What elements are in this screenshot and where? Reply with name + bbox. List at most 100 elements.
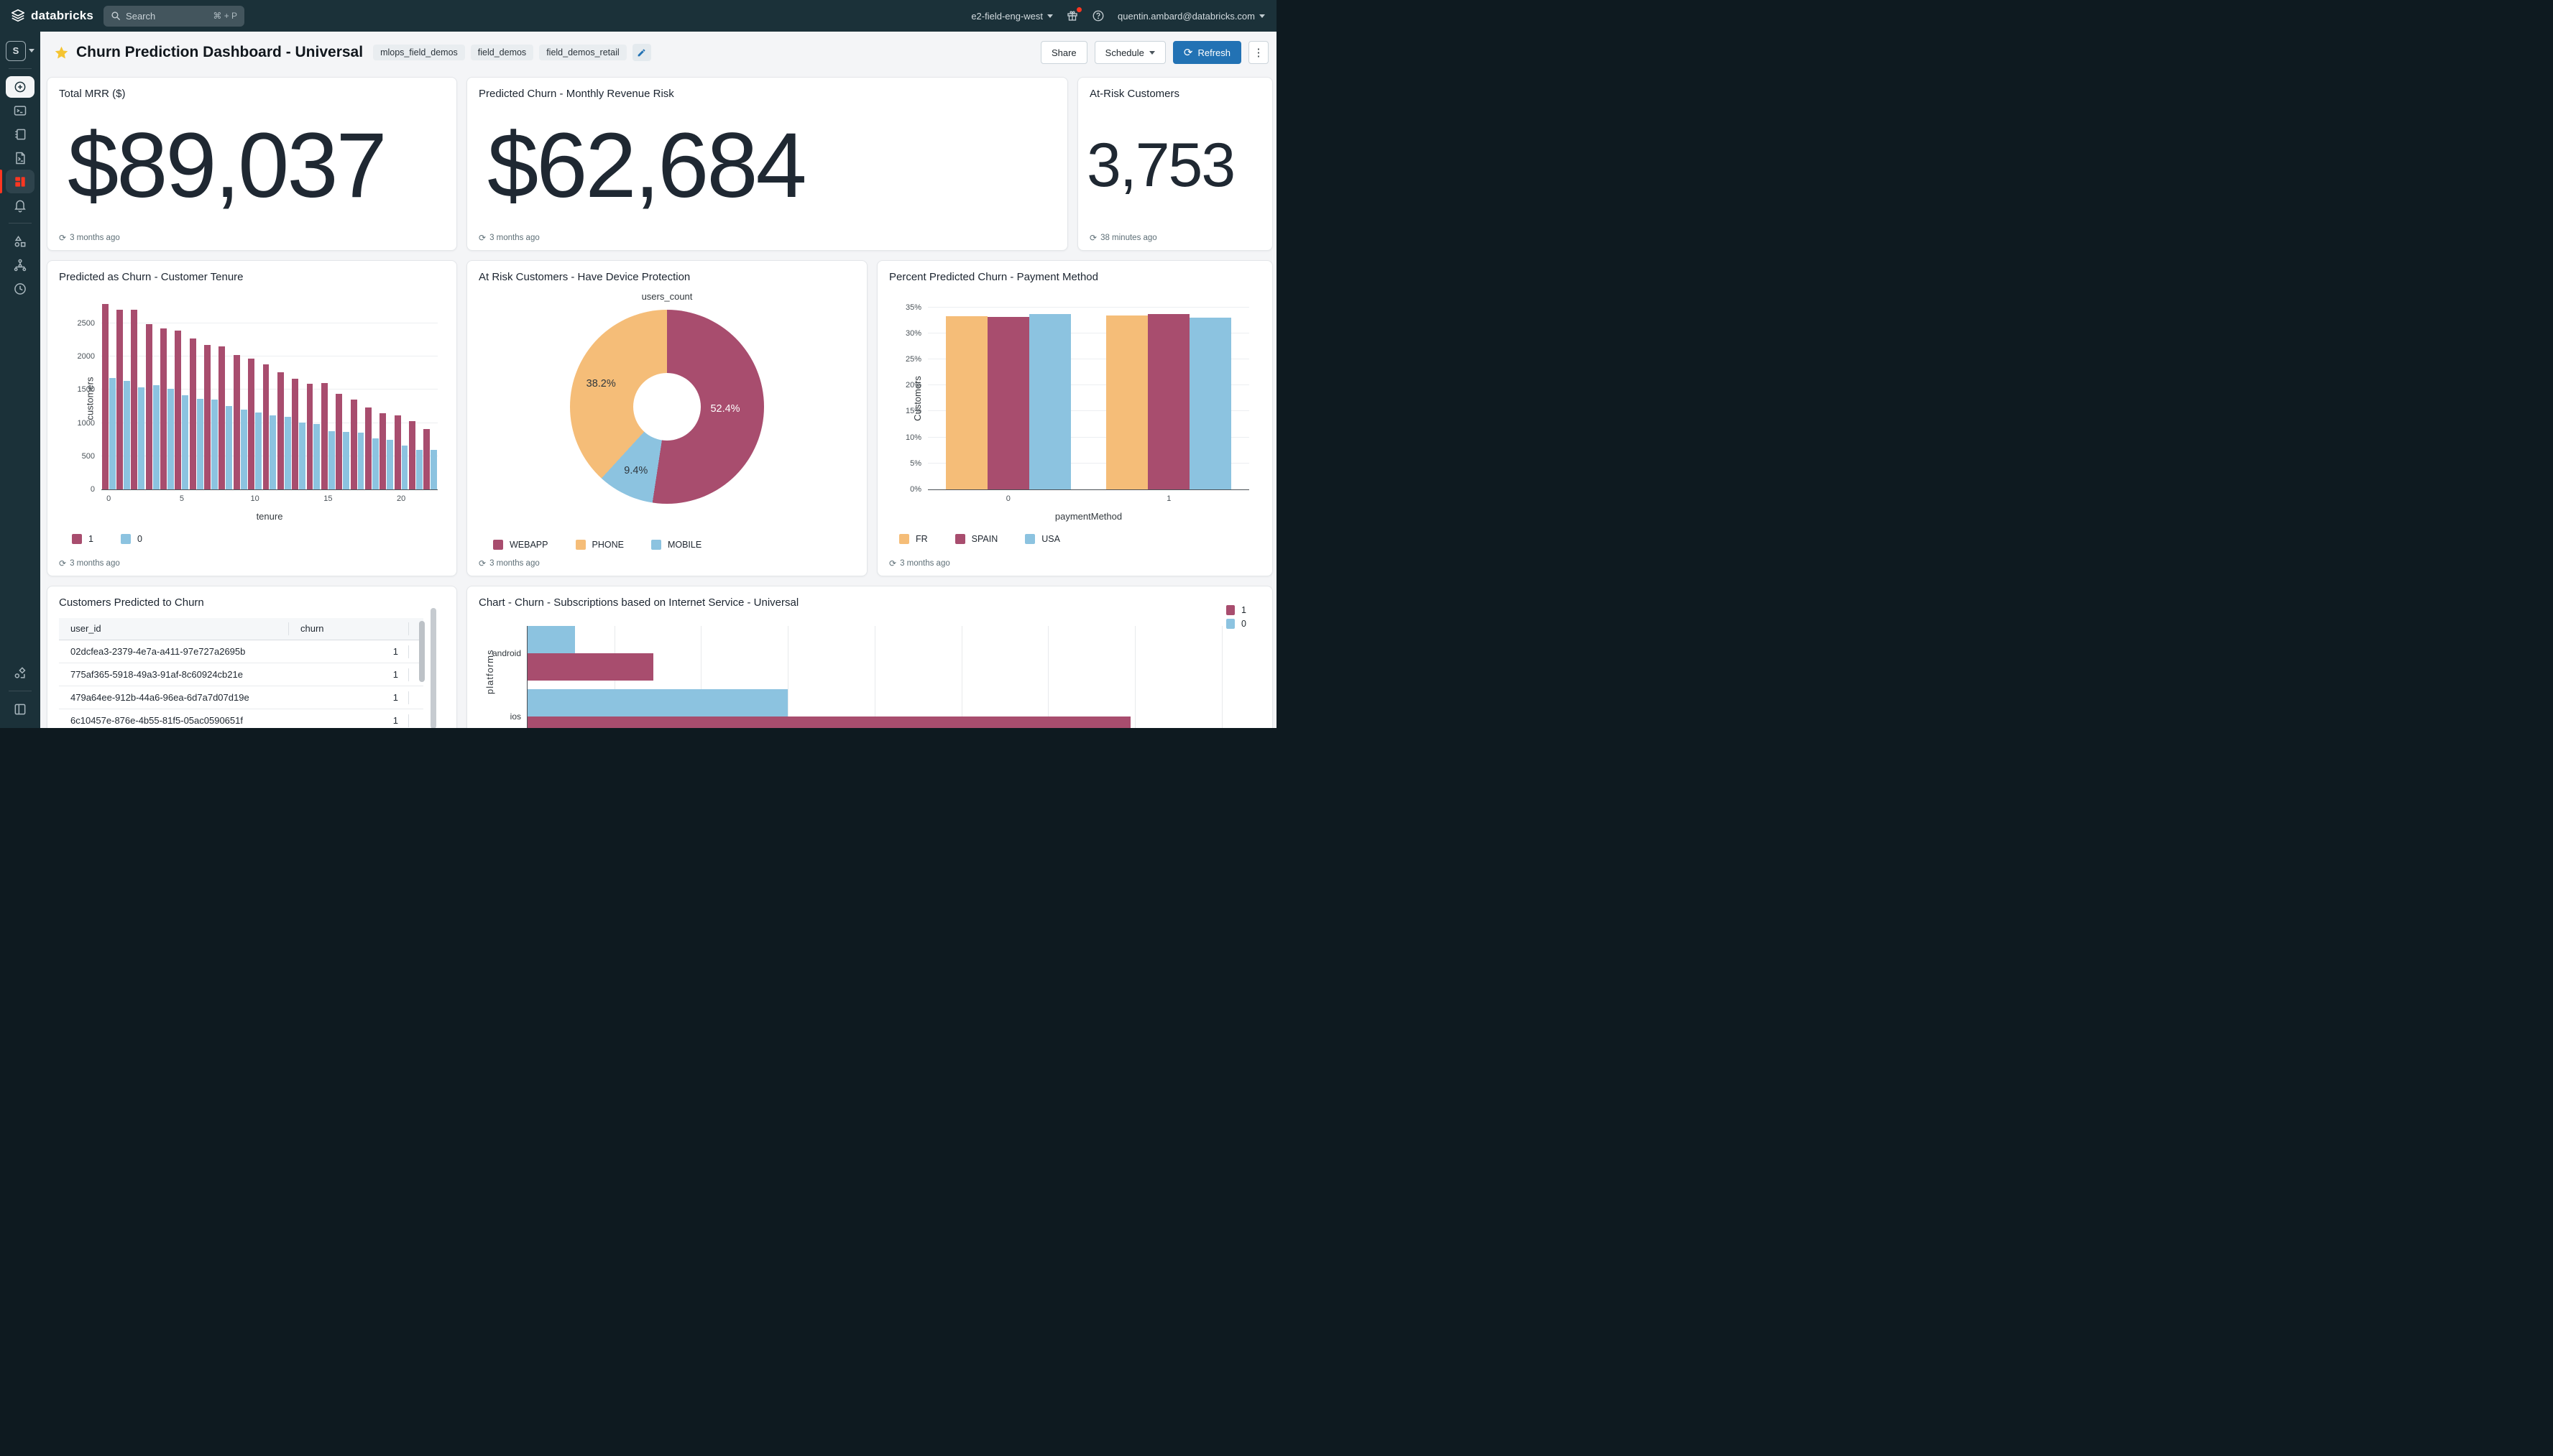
bar-series-0: [197, 399, 203, 489]
y-tick-label: 0%: [910, 485, 921, 494]
tag[interactable]: field_demos_retail: [539, 45, 626, 60]
legend-item-MOBILE[interactable]: MOBILE: [651, 540, 702, 550]
legend-item-USA[interactable]: USA: [1025, 534, 1060, 544]
y-tick-label: 15%: [906, 407, 921, 415]
cell-churn: 1: [300, 715, 408, 726]
bar-group-0: [101, 297, 116, 489]
y-tick-label: 500: [82, 452, 95, 461]
widget-scrollbar[interactable]: [431, 608, 436, 728]
bar-series-1: [248, 359, 254, 489]
sidebar-item-new[interactable]: [0, 75, 40, 98]
slice-label-PHONE: 38.2%: [586, 378, 616, 390]
sidebar-collapse-button[interactable]: [0, 697, 40, 721]
column-header-user-id[interactable]: user_id: [59, 622, 288, 635]
bar-series-0: [241, 410, 247, 489]
edit-tags-button[interactable]: [632, 44, 651, 61]
bar-series-0: [416, 450, 423, 489]
bar-group-7: [203, 297, 218, 489]
bar-series-1: [528, 717, 1131, 728]
legend-item-SPAIN[interactable]: SPAIN: [955, 534, 998, 544]
help-button[interactable]: [1092, 9, 1105, 22]
widget-title: Chart - Churn - Subscriptions based on I…: [479, 596, 799, 609]
legend-item-FR[interactable]: FR: [899, 534, 928, 544]
bar-series-USA: [1190, 318, 1231, 489]
legend-item-1[interactable]: 1: [72, 534, 93, 544]
legend-item-WEBAPP[interactable]: WEBAPP: [493, 540, 548, 550]
sidebar-item-queries[interactable]: [0, 146, 40, 170]
column-header-churn[interactable]: churn: [288, 622, 408, 635]
sidebar-item-dashboards[interactable]: [0, 170, 40, 193]
workspace-selector[interactable]: e2-field-eng-west: [971, 11, 1053, 22]
sidebar-item-notebooks[interactable]: [0, 122, 40, 146]
bar-series-0: [372, 438, 379, 489]
chart-legend: 10: [72, 534, 142, 544]
refresh-status-icon: ⟳: [479, 233, 486, 243]
bar-group-12: [277, 297, 291, 489]
cell-empty: [408, 691, 423, 704]
sidebar-item-data[interactable]: [0, 229, 40, 253]
bar-series-USA: [1029, 314, 1071, 489]
bar-series-FR: [1106, 315, 1148, 489]
tag[interactable]: mlops_field_demos: [373, 45, 465, 60]
last-updated: 3 months ago: [70, 234, 120, 242]
notebook-icon: [13, 127, 27, 142]
bar-group-0: [928, 297, 1089, 489]
widget-payment-method: Percent Predicted Churn - Payment Method…: [877, 260, 1273, 576]
workspace-switcher[interactable]: S: [0, 39, 40, 63]
legend-swatch: [493, 540, 503, 550]
legend-item-1[interactable]: 1: [1226, 605, 1246, 615]
bar-series-1: [277, 372, 284, 489]
sidebar-divider: [9, 68, 32, 69]
bar-series-0: [328, 431, 335, 489]
table-body: 02dcfea3-2379-4e7a-a411-97e727a2695b1775…: [59, 640, 423, 728]
refresh-status-icon: ⟳: [889, 558, 896, 568]
share-button[interactable]: Share: [1041, 41, 1087, 64]
bar-group-3: [145, 297, 160, 489]
legend-label: PHONE: [592, 540, 624, 550]
sidebar-item-query-history[interactable]: [0, 277, 40, 300]
bar-series-0: [255, 413, 262, 489]
chevron-down-icon: [29, 49, 34, 52]
bar-series-0: [138, 387, 144, 489]
bar-series-0: [124, 381, 130, 489]
more-options-button[interactable]: ⋮: [1248, 41, 1269, 64]
marketplace-icon: [13, 666, 27, 681]
bar-series-1: [423, 429, 430, 489]
bar-series-1: [146, 324, 152, 489]
databricks-logo[interactable]: databricks: [10, 8, 93, 24]
sidebar-item-sql-editor[interactable]: [0, 98, 40, 122]
bar-series-1: [292, 379, 298, 489]
refresh-label: Refresh: [1197, 47, 1230, 58]
bell-icon: [13, 198, 27, 213]
legend-item-0[interactable]: 0: [121, 534, 142, 544]
kpi-value: $89,037: [68, 109, 449, 221]
bar-group-11: [262, 297, 277, 489]
bar-series-1: [409, 421, 415, 489]
bar-series-1: [351, 400, 357, 489]
sidebar-item-workflows[interactable]: [0, 253, 40, 277]
results-table: user_id churn 02dcfea3-2379-4e7a-a411-97…: [59, 618, 423, 728]
workspace-badge: S: [6, 41, 26, 61]
bar-group-6: [189, 297, 203, 489]
schedule-button[interactable]: Schedule: [1095, 41, 1166, 64]
widget-tenure-chart: Predicted as Churn - Customer Tenure cus…: [47, 260, 457, 576]
bar-group-21: [408, 297, 423, 489]
bars-area: [928, 297, 1249, 489]
cell-churn: 1: [300, 692, 408, 703]
user-menu[interactable]: quentin.ambard@databricks.com: [1118, 11, 1265, 22]
favorite-star-icon[interactable]: [54, 45, 69, 60]
whats-new-button[interactable]: [1066, 9, 1079, 22]
table-inner-scrollbar[interactable]: [419, 621, 425, 682]
legend-label: 0: [137, 534, 142, 544]
refresh-button[interactable]: ⟳ Refresh: [1173, 41, 1241, 64]
legend-item-PHONE[interactable]: PHONE: [576, 540, 624, 550]
bar-group-10: [247, 297, 262, 489]
share-label: Share: [1052, 47, 1077, 58]
tag[interactable]: field_demos: [471, 45, 533, 60]
category-label-ios: ios: [510, 711, 521, 722]
sidebar-item-marketplace[interactable]: [0, 661, 40, 685]
search-input[interactable]: Search ⌘ + P: [104, 6, 244, 27]
legend-swatch: [955, 534, 965, 544]
sidebar-item-alerts[interactable]: [0, 193, 40, 217]
x-tick-label: 20: [397, 494, 405, 503]
